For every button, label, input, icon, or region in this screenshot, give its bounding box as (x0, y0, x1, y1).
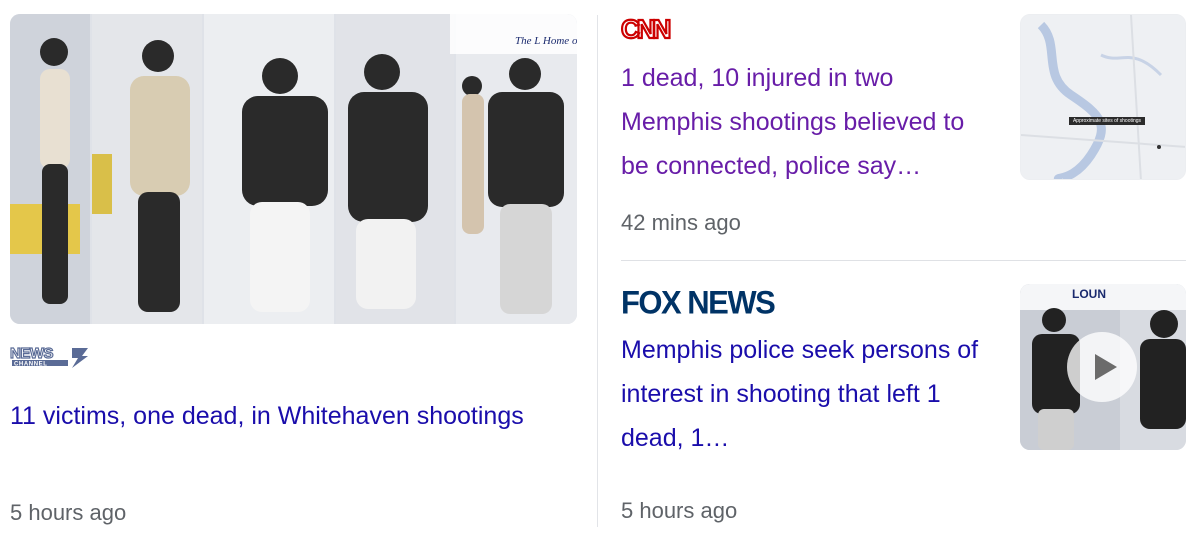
main-story-card[interactable]: The L Home of M NEWS CHANNEL 11 victims,… (9, 14, 577, 529)
main-story-timestamp: 5 hours ago (10, 500, 127, 525)
svg-text:LOUN: LOUN (1072, 287, 1106, 301)
cnn-story-card[interactable]: CNN 1 dead, 10 injured in two Memphis sh… (620, 13, 1186, 254)
fox-story-timestamp: 5 hours ago (621, 498, 738, 523)
play-icon (1095, 354, 1117, 380)
fox-video-thumbnail[interactable]: LOUN (1020, 284, 1186, 450)
map-caption: Approximate sites of shootings (1069, 117, 1145, 125)
column-divider (597, 15, 598, 527)
svg-text:CHANNEL: CHANNEL (14, 362, 48, 368)
fox-news-logo: FOX NEWS (621, 284, 811, 321)
main-story-headline[interactable]: 11 victims, one dead, in Whitehaven shoo… (10, 394, 550, 438)
svg-text:NEWS: NEWS (10, 345, 53, 362)
play-button[interactable] (1067, 332, 1137, 402)
main-story-thumbnail[interactable]: The L Home of M (10, 14, 577, 324)
svg-text:FOX NEWS: FOX NEWS (621, 284, 775, 318)
cnn-map-thumbnail[interactable]: Approximate sites of shootings (1020, 14, 1186, 180)
story-divider (621, 260, 1186, 261)
cnn-story-headline[interactable]: 1 dead, 10 injured in two Memphis shooti… (621, 56, 991, 188)
cnn-logo: CNN (620, 13, 681, 45)
svg-text:The L Home of M: The L Home of M (515, 35, 577, 47)
fox-story-headline[interactable]: Memphis police seek persons of interest … (621, 328, 991, 460)
fox-story-card[interactable]: FOX NEWS Memphis police seek persons of … (621, 280, 1186, 530)
cnn-story-timestamp: 42 mins ago (621, 210, 741, 235)
svg-text:CNN: CNN (621, 16, 671, 42)
news-channel-3-logo: NEWS CHANNEL (9, 344, 100, 370)
